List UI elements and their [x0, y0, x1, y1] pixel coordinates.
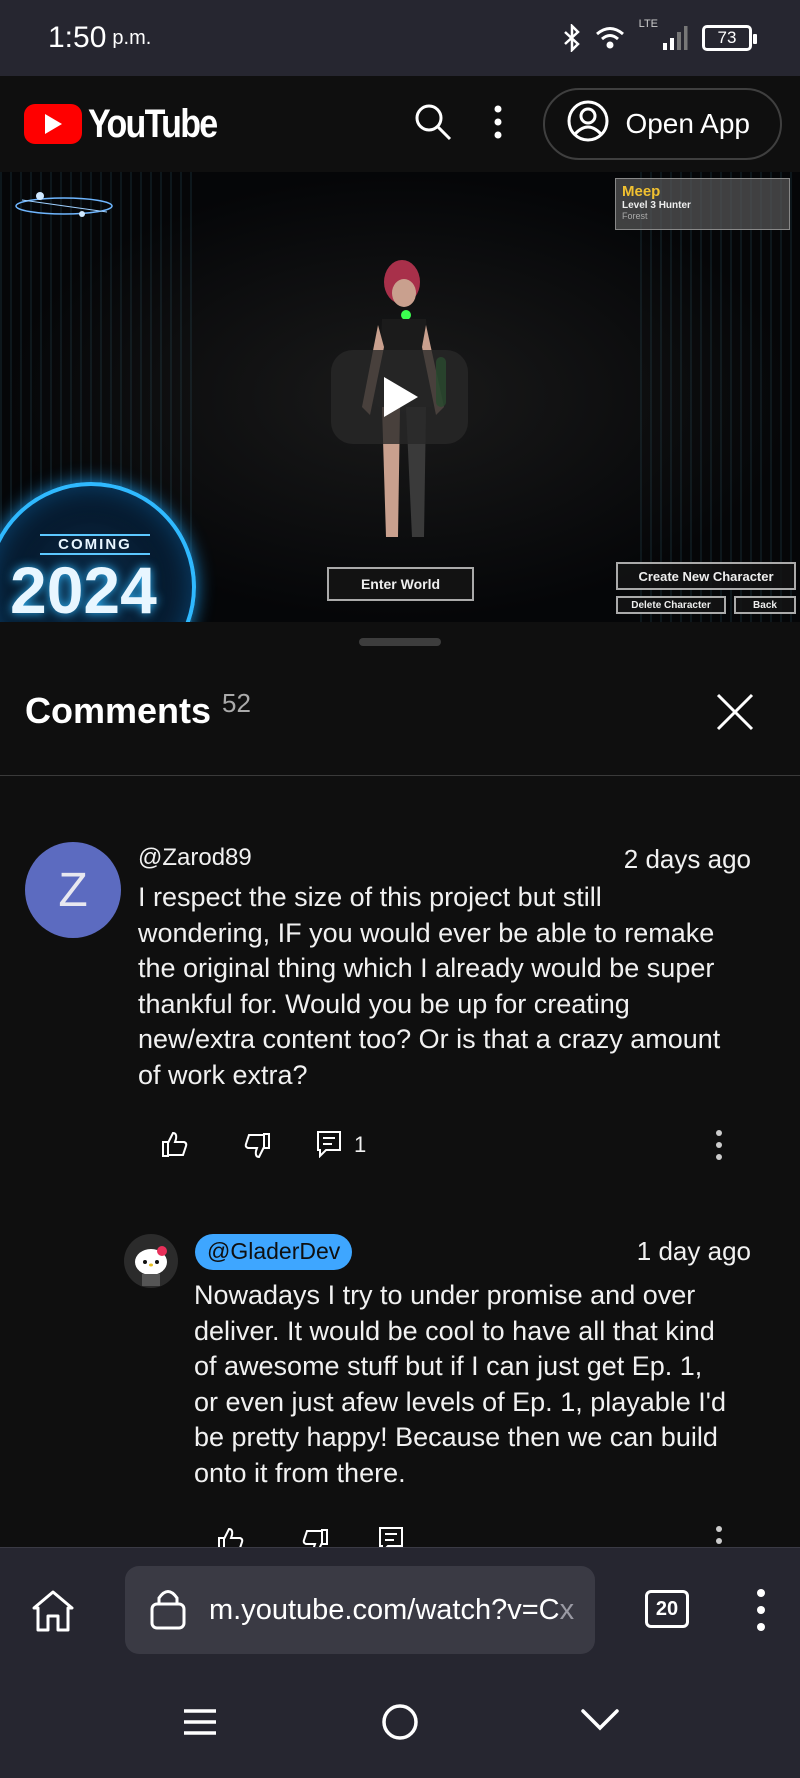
youtube-play-logo-icon — [24, 104, 82, 144]
system-nav-bar — [0, 1669, 800, 1778]
open-app-label: Open App — [625, 108, 750, 139]
back-nav-icon[interactable] — [580, 1707, 620, 1738]
home-icon[interactable] — [30, 1588, 76, 1639]
status-bar: 1:50 p.m. LTE 73 — [0, 0, 800, 76]
matrix-background — [640, 172, 800, 622]
wifi-icon — [595, 26, 625, 50]
youtube-wordmark: YouTube — [88, 101, 218, 146]
comment-text: Nowadays I try to under promise and over… — [194, 1280, 726, 1488]
comments-title: Comments — [25, 690, 212, 731]
home-nav-icon[interactable] — [381, 1703, 419, 1746]
youtube-header: YouTube Open App — [0, 76, 800, 172]
back-game-button: Back — [734, 596, 796, 614]
signal-icon — [662, 25, 688, 51]
open-app-button[interactable]: Open App — [543, 88, 782, 160]
browser-toolbar: m.youtube.com/watch?v=Cx 20 — [0, 1547, 800, 1669]
video-player[interactable]: Meep Level 3 Hunter Forest COMING 2024 E… — [0, 172, 800, 622]
reply-icon[interactable] — [378, 1526, 404, 1547]
play-button[interactable] — [331, 350, 468, 444]
comment-more-icon[interactable] — [714, 1524, 724, 1547]
creator-badge-author[interactable]: @GladerDev — [195, 1234, 353, 1270]
comment-time: 1 day ago — [636, 1236, 751, 1266]
more-options-icon[interactable] — [493, 104, 503, 145]
avatar[interactable] — [124, 1234, 178, 1288]
enter-world-game-button: Enter World — [327, 567, 474, 601]
reply-icon[interactable] — [316, 1130, 342, 1163]
drag-handle[interactable] — [359, 638, 441, 646]
comment-time: 2 days ago — [623, 844, 751, 874]
close-icon[interactable] — [715, 692, 755, 737]
comment-text: I respect the size of this project but s… — [138, 882, 721, 1090]
divider — [0, 775, 800, 776]
coming-year: 2024 — [10, 553, 157, 622]
delete-character-game-button: Delete Character — [616, 596, 726, 614]
status-time: 1:50 — [48, 21, 107, 54]
play-icon — [383, 377, 418, 417]
character-level: Level 3 Hunter — [622, 200, 691, 211]
comment-more-icon[interactable] — [714, 1128, 724, 1167]
recents-icon[interactable] — [182, 1707, 218, 1742]
comments-panel: Comments 52 Z @Zarod89 2 days ago I resp… — [0, 622, 800, 1547]
status-ampm: p.m. — [112, 26, 152, 49]
browser-menu-icon[interactable] — [756, 1588, 766, 1637]
like-icon[interactable] — [216, 1526, 244, 1547]
youtube-logo[interactable]: YouTube — [24, 102, 239, 147]
create-character-game-button: Create New Character — [616, 562, 796, 590]
url-text[interactable]: m.youtube.com/watch?v=Cx — [209, 1594, 574, 1627]
avatar[interactable]: Z — [25, 842, 121, 938]
account-icon — [567, 100, 609, 149]
search-icon[interactable] — [413, 102, 453, 147]
reply-count[interactable]: 1 — [354, 1132, 366, 1158]
tabs-count-button[interactable]: 20 — [645, 1590, 689, 1628]
character-info-panel: Meep Level 3 Hunter Forest — [615, 178, 790, 230]
dislike-icon[interactable] — [302, 1528, 330, 1547]
character-zone: Forest — [622, 211, 648, 221]
lock-icon[interactable] — [149, 1586, 187, 1635]
comment-author[interactable]: @Zarod89 — [138, 844, 252, 872]
bluetooth-icon — [563, 24, 581, 52]
address-bar[interactable]: m.youtube.com/watch?v=Cx — [125, 1566, 595, 1654]
battery-indicator: 73 — [702, 25, 757, 51]
comments-count: 52 — [222, 688, 251, 718]
like-icon[interactable] — [160, 1130, 188, 1163]
character-name: Meep — [622, 183, 661, 200]
game-logo — [15, 192, 113, 217]
dislike-icon[interactable] — [244, 1132, 272, 1165]
network-type: LTE — [638, 18, 658, 30]
